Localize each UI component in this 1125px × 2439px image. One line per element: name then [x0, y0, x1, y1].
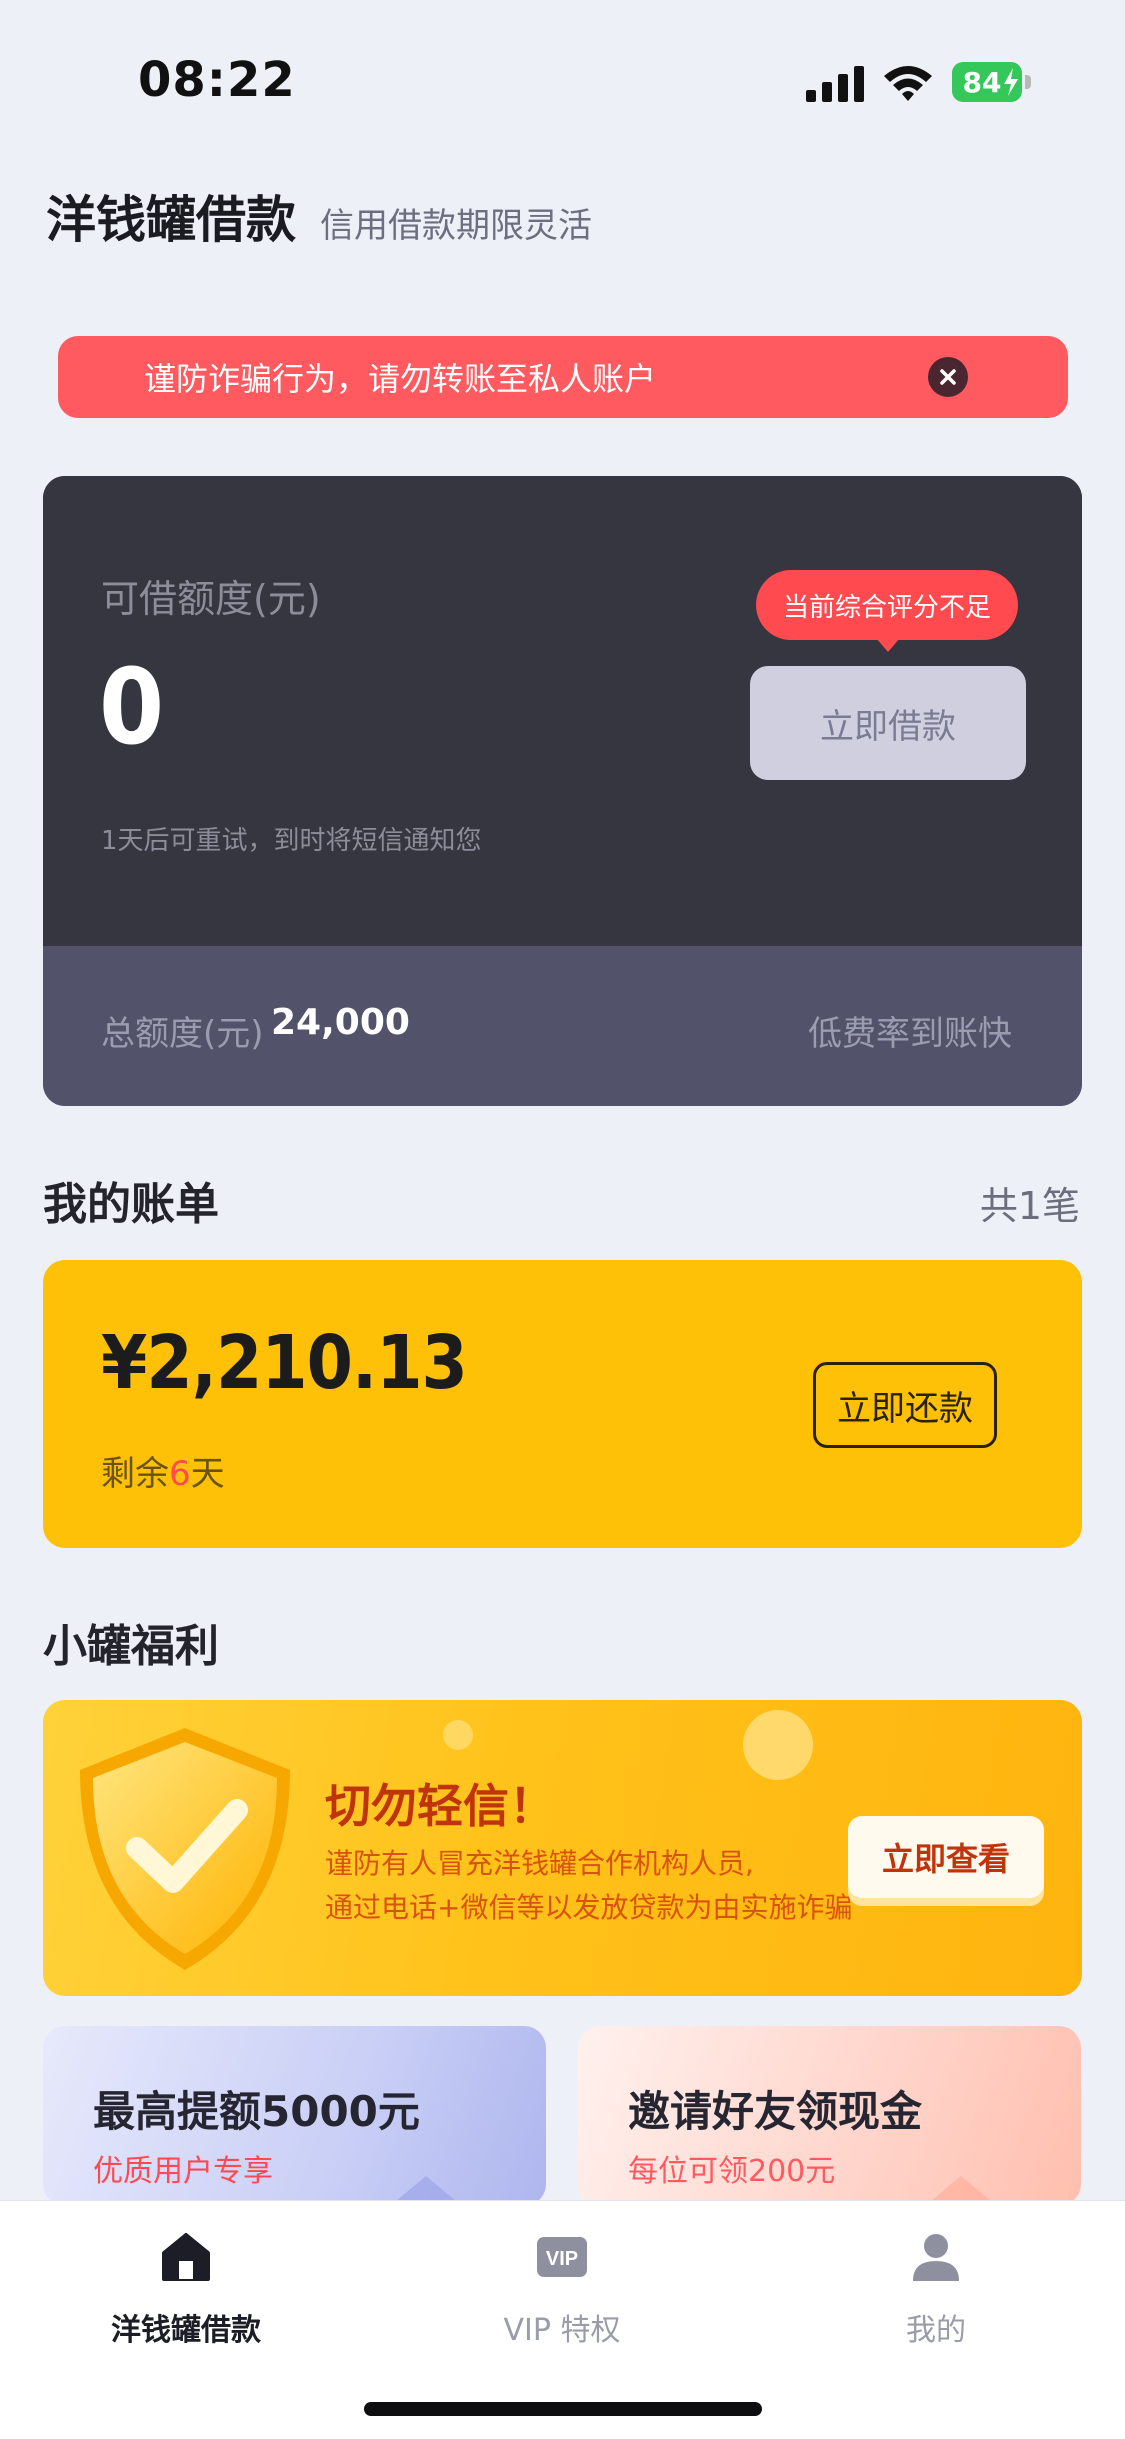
anti-fraud-promo-banner[interactable]: 切勿轻信！ 谨防有人冒充洋钱罐合作机构人员, 通过电话+微信等以发放贷款为由实施…	[43, 1700, 1082, 1996]
home-icon	[162, 2233, 210, 2281]
tab-loan[interactable]: 洋钱罐借款	[56, 2231, 316, 2361]
invite-friends-card[interactable]: 邀请好友领现金 每位可领200元	[578, 2026, 1081, 2206]
charging-bolt-icon	[1004, 68, 1018, 96]
person-icon	[913, 2234, 959, 2281]
bill-card[interactable]: ¥2,210.13 剩余6天 立即还款	[43, 1260, 1082, 1548]
available-credit-label: 可借额度(元)	[101, 577, 321, 621]
invite-friends-title: 邀请好友领现金	[628, 2087, 923, 2136]
credit-card-top: 可借额度(元) 0 1天后可重试，到时将短信通知您 当前综合评分不足 立即借款	[43, 476, 1082, 946]
tab-loan-label: 洋钱罐借款	[111, 2313, 261, 2348]
tab-vip-label: VIP 特权	[503, 2313, 621, 2348]
close-x-icon	[940, 369, 956, 385]
tab-mine[interactable]: 我的	[806, 2231, 1066, 2361]
vip-icon: VIP	[537, 2237, 587, 2277]
credit-card: 可借额度(元) 0 1天后可重试，到时将短信通知您 当前综合评分不足 立即借款 …	[43, 476, 1082, 1106]
borrow-now-button[interactable]: 立即借款	[750, 666, 1026, 780]
promo-description-line2: 通过电话+微信等以发放贷款为由实施诈骗	[325, 1891, 853, 1924]
repay-now-button[interactable]: 立即还款	[813, 1362, 997, 1448]
invite-friends-subtitle: 每位可领200元	[628, 2154, 836, 2189]
bill-count[interactable]: 共1笔	[980, 1175, 1080, 1230]
close-icon[interactable]	[928, 357, 968, 397]
credit-increase-subtitle: 优质用户专享	[93, 2154, 273, 2189]
page-header: 洋钱罐借款 信用借款期限灵活	[46, 180, 592, 252]
low-rate-text: 低费率到账快	[808, 1014, 1012, 1054]
view-now-button[interactable]: 立即查看	[848, 1816, 1044, 1898]
promo-title: 切勿轻信！	[325, 1779, 555, 1833]
available-credit-amount: 0	[99, 646, 165, 768]
retry-note: 1天后可重试，到时将短信通知您	[101, 826, 482, 856]
credit-increase-title: 最高提额5000元	[93, 2087, 420, 2136]
score-insufficient-tooltip: 当前综合评分不足	[756, 570, 1018, 652]
page-title: 洋钱罐借款	[46, 191, 296, 249]
total-credit-value: 24,000	[271, 1002, 410, 1043]
promo-description-line1: 谨防有人冒充洋钱罐合作机构人员,	[325, 1847, 754, 1880]
tab-vip[interactable]: VIP VIP 特权	[432, 2231, 692, 2361]
fraud-warning-text: 谨防诈骗行为，请勿转账至私人账户	[144, 360, 657, 398]
page-subtitle: 信用借款期限灵活	[320, 206, 592, 246]
wifi-icon	[884, 66, 932, 101]
status-bar: 08:22 84	[0, 0, 1125, 160]
home-indicator[interactable]	[364, 2402, 762, 2416]
bill-amount: ¥2,210.13	[101, 1320, 468, 1406]
battery-icon: 84	[952, 62, 1032, 102]
bill-remaining-days: 剩余6天	[101, 1454, 225, 1494]
credit-increase-card[interactable]: 最高提额5000元 优质用户专享	[43, 2026, 546, 2206]
credit-card-footer: 总额度(元) 24,000 低费率到账快	[43, 946, 1082, 1106]
cellular-signal-icon	[806, 66, 864, 102]
fraud-warning-banner: 谨防诈骗行为，请勿转账至私人账户	[58, 336, 1068, 418]
benefits-title: 小罐福利	[43, 1621, 219, 1672]
status-time: 08:22	[138, 52, 296, 108]
svg-text:VIP: VIP	[546, 2248, 578, 2270]
battery-level: 84	[962, 65, 1002, 99]
shield-check-icon	[80, 1728, 290, 1970]
tab-mine-label: 我的	[906, 2313, 966, 2348]
total-credit-label: 总额度(元)	[101, 1014, 264, 1054]
my-bills-title: 我的账单	[43, 1179, 219, 1230]
